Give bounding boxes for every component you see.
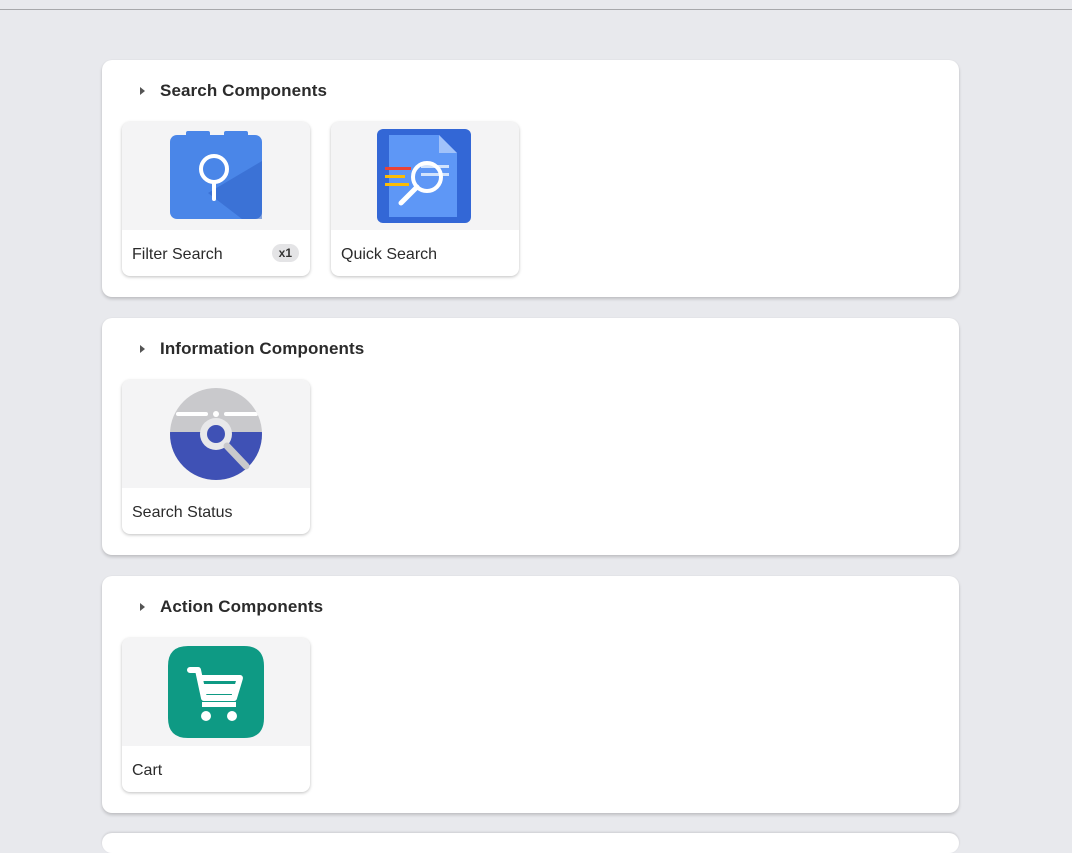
component-card-cart[interactable]: Cart bbox=[122, 638, 310, 792]
quick-search-icon bbox=[377, 129, 471, 223]
filter-search-icon bbox=[170, 131, 262, 219]
section-title: Information Components bbox=[160, 339, 365, 358]
section-title: Action Components bbox=[160, 597, 324, 616]
card-image bbox=[122, 122, 310, 230]
count-badge: x1 bbox=[271, 244, 299, 262]
section-header[interactable]: Information Components bbox=[140, 338, 364, 360]
card-label: Search Status bbox=[132, 504, 233, 521]
caret-right-icon[interactable] bbox=[140, 87, 145, 95]
card-label: Cart bbox=[132, 762, 163, 779]
information-components-panel: Information Components Search Status bbox=[102, 318, 959, 555]
caret-right-icon[interactable] bbox=[140, 345, 145, 353]
caret-right-icon[interactable] bbox=[140, 603, 145, 611]
section-title: Search Components bbox=[160, 81, 328, 100]
card-image bbox=[122, 638, 310, 746]
card-image bbox=[331, 122, 519, 230]
top-divider bbox=[0, 9, 1072, 10]
section-header[interactable]: Search Components bbox=[140, 80, 327, 102]
section-header[interactable]: Action Components bbox=[140, 596, 323, 618]
cart-icon bbox=[168, 646, 264, 738]
action-components-panel: Action Components Cart bbox=[102, 576, 959, 813]
component-card-quick-search[interactable]: Quick Search bbox=[331, 122, 519, 276]
next-panel bbox=[102, 833, 959, 853]
search-components-panel: Search Components Filter Search x1 Quick… bbox=[102, 60, 959, 297]
card-label: Filter Search bbox=[132, 246, 223, 263]
component-card-search-status[interactable]: Search Status bbox=[122, 380, 310, 534]
card-image bbox=[122, 380, 310, 488]
search-status-icon bbox=[170, 388, 262, 480]
card-label: Quick Search bbox=[341, 246, 438, 263]
component-card-filter-search[interactable]: Filter Search x1 bbox=[122, 122, 310, 276]
